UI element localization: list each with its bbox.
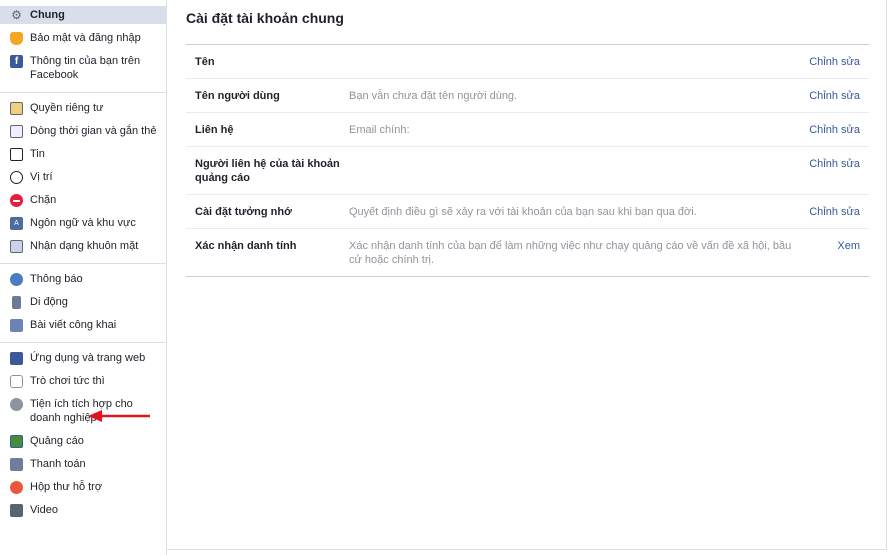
payment-card-icon [10,458,23,471]
row-value: Email chính: [349,124,410,136]
settings-row-identity-confirmation: Xác nhận danh tính Xác nhận danh tính củ… [186,229,869,276]
sidebar-item-label: Thông báo [30,273,83,285]
sidebar-item-apps-websites[interactable]: Ứng dụng và trang web [0,349,166,367]
ads-icon [10,435,23,448]
location-icon [10,171,23,184]
settings-sidebar: ⚙ Chung Bảo mật và đăng nhập f Thông tin… [0,0,166,555]
gear-icon: ⚙ [11,8,22,22]
edit-memorialization-link[interactable]: Chỉnh sửa [809,205,860,219]
settings-row-name: Tên Chỉnh sửa [186,45,869,79]
settings-row-contact: Liên hệ Email chính: Chỉnh sửa [186,113,869,147]
row-value: Bạn vẫn chưa đặt tên người dùng. [349,90,518,102]
sidebar-item-label: Ngôn ngữ và khu vực [30,217,136,229]
sidebar-item-label: Thanh toán [30,458,86,470]
mobile-icon [12,296,21,309]
sidebar-item-label: Chung [30,9,65,21]
face-recognition-icon [10,240,23,253]
sidebar-item-label: Dòng thời gian và gắn thẻ [30,125,157,137]
settings-row-memorialization: Cài đặt tưởng nhớ Quyết định điều gì sẽ … [186,195,869,229]
sidebar-item-location[interactable]: Vị trí [0,168,166,186]
row-label: Người liên hệ của tài khoản quảng cáo [195,158,340,184]
sidebar-item-label: Hộp thư hỗ trợ [30,481,103,493]
page-title: Cài đặt tài khoản chung [186,10,344,26]
settings-list: Tên Chỉnh sửa Tên người dùng Bạn vẫn chư… [186,44,869,277]
globe-icon [10,273,23,286]
sidebar-item-public-posts[interactable]: Bài viết công khai [0,316,166,334]
view-identity-link[interactable]: Xem [837,239,860,253]
privacy-lock-icon [10,102,23,115]
sidebar-group-notifications: Thông báo Di động Bài viết công khai [0,264,166,343]
sidebar-item-label: Trò chơi tức thì [30,375,105,387]
sidebar-item-label: Thông tin của bạn trên Facebook [30,55,141,81]
language-icon: A [10,217,23,230]
sidebar-item-language[interactable]: A Ngôn ngữ và khu vực [0,214,166,232]
sidebar-item-label: Video [30,504,58,516]
sidebar-item-notifications[interactable]: Thông báo [0,270,166,288]
sidebar-item-blocking[interactable]: Chặn [0,191,166,209]
sidebar-item-label: Vị trí [30,171,53,183]
content-right-border [886,0,887,550]
row-label: Tên [195,56,215,68]
row-label: Tên người dùng [195,90,280,102]
support-lifebuoy-icon [10,481,23,494]
sidebar-item-support-inbox[interactable]: Hộp thư hỗ trợ [0,478,166,496]
sidebar-item-ads[interactable]: Quảng cáo [0,432,166,450]
edit-name-link[interactable]: Chỉnh sửa [809,55,860,69]
public-posts-icon [10,319,23,332]
edit-contact-link[interactable]: Chỉnh sửa [809,123,860,137]
edit-username-link[interactable]: Chỉnh sửa [809,89,860,103]
timeline-icon [10,125,23,138]
sidebar-item-your-info[interactable]: f Thông tin của bạn trên Facebook [0,52,166,84]
row-label: Liên hệ [195,124,234,136]
gamepad-icon [10,375,23,388]
sidebar-item-timeline[interactable]: Dòng thời gian và gắn thẻ [0,122,166,140]
sidebar-item-mobile[interactable]: Di động [0,293,166,311]
video-film-icon [10,504,23,517]
row-value: Xác nhận danh tính của bạn để làm những … [349,240,792,266]
main-content: Cài đặt tài khoản chung Tên Chỉnh sửa Tê… [166,0,891,555]
sidebar-item-stories[interactable]: Tin [0,145,166,163]
sidebar-item-face-recognition[interactable]: Nhận dạng khuôn mặt [0,237,166,255]
sidebar-item-payments[interactable]: Thanh toán [0,455,166,473]
sidebar-item-general[interactable]: ⚙ Chung [0,6,166,24]
block-icon [10,194,23,207]
sidebar-item-label: Quyền riêng tư [30,102,104,114]
sidebar-item-label: Nhận dạng khuôn mặt [30,240,139,252]
sidebar-item-instant-games[interactable]: Trò chơi tức thì [0,372,166,390]
edit-ad-contact-link[interactable]: Chỉnh sửa [809,157,860,171]
row-label: Xác nhận danh tính [195,240,297,252]
sidebar-item-label: Bảo mật và đăng nhập [30,32,141,44]
sidebar-item-label: Ứng dụng và trang web [30,352,146,364]
sidebar-item-label: Chặn [30,194,57,206]
sidebar-item-label: Tin [30,148,45,160]
sidebar-item-label: Bài viết công khai [30,319,117,331]
settings-row-ad-account-contact: Người liên hệ của tài khoản quảng cáo Ch… [186,147,869,195]
sidebar-item-label: Di động [30,296,68,308]
security-shield-icon [10,32,23,45]
business-integration-icon [10,398,23,411]
row-value: Quyết định điều gì sẽ xảy ra với tài kho… [349,206,697,218]
sidebar-item-videos[interactable]: Video [0,501,166,519]
content-bottom-border [166,549,886,550]
sidebar-group-apps: Ứng dụng và trang web Trò chơi tức thì T… [0,343,166,527]
row-label: Cài đặt tưởng nhớ [195,206,292,218]
red-arrow-annotation [88,410,150,422]
sidebar-item-security[interactable]: Bảo mật và đăng nhập [0,29,166,47]
settings-row-username: Tên người dùng Bạn vẫn chưa đặt tên ngườ… [186,79,869,113]
apps-icon [10,352,23,365]
sidebar-group-account: ⚙ Chung Bảo mật và đăng nhập f Thông tin… [0,0,166,93]
sidebar-group-privacy: Quyền riêng tư Dòng thời gian và gắn thẻ… [0,93,166,264]
facebook-icon: f [10,55,23,68]
sidebar-item-privacy[interactable]: Quyền riêng tư [0,99,166,117]
sidebar-item-label: Quảng cáo [30,435,84,447]
stories-book-icon [10,148,23,161]
